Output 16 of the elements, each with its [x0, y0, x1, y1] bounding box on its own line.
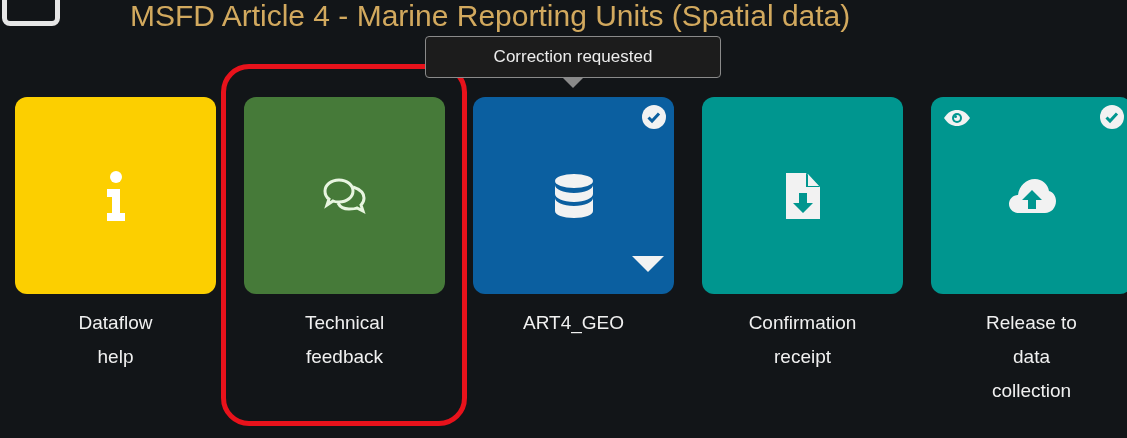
eye-icon[interactable] — [943, 109, 971, 127]
tile-label: Confirmation receipt — [748, 311, 857, 369]
dataflow-tile[interactable] — [702, 97, 903, 294]
dataflow-tile[interactable] — [244, 97, 445, 294]
dataflow-title: MSFD Article 4 - Marine Reporting Units (Spatial data) — [130, 0, 851, 32]
tile-label: ART4_GEO — [523, 311, 624, 336]
tile-label: Release to data collection — [986, 311, 1077, 403]
tile-label: Dataflow help — [78, 311, 153, 369]
dataflow-tile[interactable] — [931, 97, 1127, 294]
dataflow-tile[interactable] — [473, 97, 674, 294]
dataflow-tile[interactable] — [15, 97, 216, 294]
tile-label: Technical feedback — [304, 311, 385, 369]
tooltip-arrow — [563, 78, 583, 88]
dataflow-icon — [2, 0, 60, 26]
caret-icon[interactable] — [632, 256, 664, 272]
tooltip: Correction requested — [425, 36, 721, 78]
